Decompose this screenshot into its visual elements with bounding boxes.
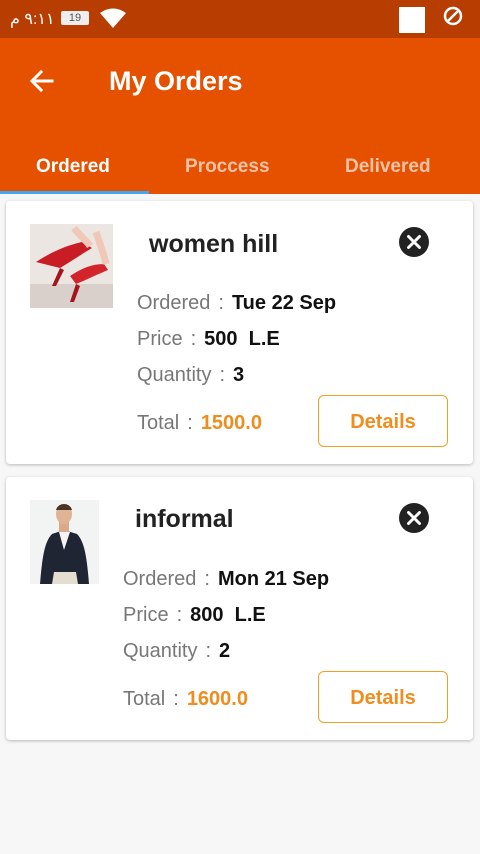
wifi-icon	[100, 8, 126, 28]
order-card: informal Ordered: Mon 21 Sep Price:800 L.…	[6, 477, 473, 740]
status-bar: ٩:١١ م 19	[0, 0, 480, 38]
price-label: Price	[123, 604, 169, 626]
ordered-label: Ordered	[137, 292, 211, 314]
app-bar: My Orders Ordered Proccess Delivered	[0, 38, 480, 194]
product-image	[30, 224, 113, 308]
arrow-left-icon[interactable]	[26, 65, 58, 97]
quantity-row: Quantity:2	[123, 640, 230, 663]
ordered-date-row: Ordered: Mon 21 Sep	[123, 568, 329, 591]
battery-icon: 19	[61, 11, 89, 25]
total-label: Total	[123, 688, 166, 710]
details-button[interactable]: Details	[318, 395, 448, 447]
tab-indicator	[0, 191, 149, 194]
page-title: My Orders	[109, 66, 243, 96]
separator: :	[219, 364, 226, 386]
total-row: Total:1500.0	[137, 412, 262, 435]
separator: :	[190, 328, 197, 350]
price-row: Price:500 L.E	[137, 328, 280, 351]
tab-process[interactable]: Proccess	[185, 156, 270, 178]
block-icon	[443, 6, 463, 26]
quantity-row: Quantity:3	[137, 364, 244, 387]
cancel-order-icon[interactable]	[398, 226, 430, 258]
price-label: Price	[137, 328, 183, 350]
order-card: women hill Ordered: Tue 22 Sep Price:500 …	[6, 201, 473, 464]
status-time: ٩:١١ م	[10, 11, 55, 28]
separator: :	[205, 640, 212, 662]
separator: :	[187, 412, 193, 434]
total-value: 1600.0	[186, 688, 248, 710]
product-name: women hill	[149, 230, 279, 258]
quantity-value: 3	[233, 364, 245, 386]
product-name: informal	[135, 505, 234, 533]
cancel-order-icon[interactable]	[398, 502, 430, 534]
tab-ordered[interactable]: Ordered	[36, 156, 110, 178]
separator: :	[218, 292, 224, 314]
price-row: Price:800 L.E	[123, 604, 266, 627]
quantity-label: Quantity	[123, 640, 198, 662]
separator: :	[204, 568, 210, 590]
total-value: 1500.0	[200, 412, 262, 434]
details-button[interactable]: Details	[318, 671, 448, 723]
product-image	[30, 500, 99, 584]
price-value: 800 L.E	[190, 604, 266, 626]
separator: :	[176, 604, 183, 626]
quantity-value: 2	[219, 640, 231, 662]
price-value: 500 L.E	[204, 328, 280, 350]
ordered-date-value: Tue 22 Sep	[231, 292, 337, 314]
total-row: Total:1600.0	[123, 688, 248, 711]
ordered-date-row: Ordered: Tue 22 Sep	[137, 292, 336, 315]
ordered-date-value: Mon 21 Sep	[217, 568, 330, 590]
ordered-label: Ordered	[123, 568, 197, 590]
notification-square-icon	[399, 7, 425, 33]
tab-delivered[interactable]: Delivered	[345, 156, 431, 178]
separator: :	[173, 688, 179, 710]
total-label: Total	[137, 412, 180, 434]
quantity-label: Quantity	[137, 364, 212, 386]
